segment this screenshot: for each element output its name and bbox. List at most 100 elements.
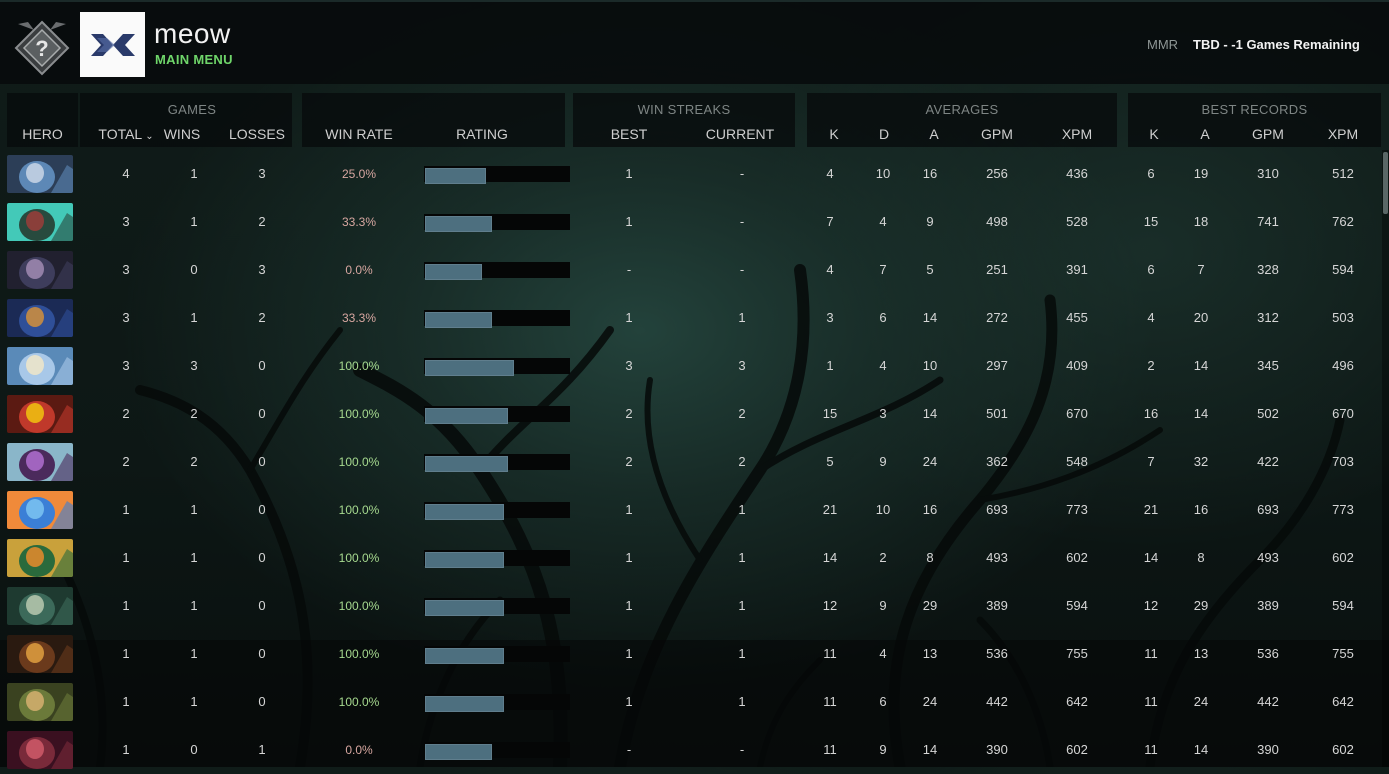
col-wins[interactable]: WINS bbox=[162, 126, 202, 142]
col-rating[interactable]: RATING bbox=[440, 126, 524, 142]
col-avg-deaths[interactable]: D bbox=[872, 126, 896, 142]
cell-wins: 2 bbox=[190, 454, 198, 469]
cell-best-gpm: 312 bbox=[1257, 310, 1279, 325]
cell-avg-deaths: 10 bbox=[875, 166, 891, 181]
cell-win-rate: 100.0% bbox=[338, 551, 380, 565]
col-losses[interactable]: LOSSES bbox=[222, 126, 292, 142]
cell-best-gpm: 442 bbox=[1257, 694, 1279, 709]
hero-portrait-art bbox=[7, 299, 73, 337]
cell-best-assists: 16 bbox=[1193, 502, 1209, 517]
col-best-gpm[interactable]: GPM bbox=[1245, 126, 1291, 142]
rating-bar-track bbox=[424, 310, 570, 328]
cell-avg-kills: 21 bbox=[822, 502, 838, 517]
col-win-rate[interactable]: WIN RATE bbox=[316, 126, 402, 142]
best-records-group-title: BEST RECORDS bbox=[1201, 102, 1308, 117]
rating-bar-track bbox=[424, 598, 570, 616]
cell-best-gpm: 693 bbox=[1257, 502, 1279, 517]
col-best-kills[interactable]: K bbox=[1142, 126, 1166, 142]
col-current-streak[interactable]: CURRENT bbox=[700, 126, 780, 142]
team-logo[interactable] bbox=[80, 12, 145, 77]
cell-best-assists: 20 bbox=[1193, 310, 1209, 325]
scrollbar-thumb[interactable] bbox=[1383, 152, 1388, 214]
table-row[interactable]: 1 1 0 100.0% 1 1 11 6 24 442 642 11 24 442 642 bbox=[0, 678, 1380, 726]
cell-best-kills: 2 bbox=[1147, 358, 1155, 373]
team-logo-mark bbox=[90, 33, 135, 56]
cell-avg-deaths: 4 bbox=[879, 358, 887, 373]
hero-portrait-art bbox=[7, 251, 73, 289]
table-row[interactable]: 2 2 0 100.0% 2 2 5 9 24 362 548 7 32 422 703 bbox=[0, 438, 1380, 486]
hero-portrait[interactable] bbox=[7, 587, 73, 625]
hero-portrait[interactable] bbox=[7, 635, 73, 673]
cell-best-assists: 32 bbox=[1193, 454, 1209, 469]
cell-best-assists: 29 bbox=[1193, 598, 1209, 613]
cell-avg-deaths: 10 bbox=[875, 502, 891, 517]
cell-best-kills: 6 bbox=[1147, 262, 1155, 277]
cell-best-xpm: 503 bbox=[1332, 310, 1354, 325]
col-avg-gpm[interactable]: GPM bbox=[974, 126, 1020, 142]
hero-portrait[interactable] bbox=[7, 539, 73, 577]
cell-losses: 0 bbox=[258, 454, 266, 469]
mmr-value: TBD - -1 Games Remaining bbox=[1193, 37, 1360, 52]
cell-best-gpm: 389 bbox=[1257, 598, 1279, 613]
cell-total: 3 bbox=[122, 262, 130, 277]
col-best-assists[interactable]: A bbox=[1193, 126, 1217, 142]
table-row[interactable]: 2 2 0 100.0% 2 2 15 3 14 501 670 16 14 502 670 bbox=[0, 390, 1380, 438]
cell-avg-deaths: 4 bbox=[879, 646, 887, 661]
col-avg-kills[interactable]: K bbox=[822, 126, 846, 142]
col-total[interactable]: TOTAL ⌄ bbox=[88, 126, 164, 142]
rating-bar-track bbox=[424, 646, 570, 664]
table-row[interactable]: 3 3 0 100.0% 3 3 1 4 10 297 409 2 14 345 496 bbox=[0, 342, 1380, 390]
cell-avg-deaths: 9 bbox=[879, 454, 887, 469]
hero-portrait[interactable] bbox=[7, 731, 73, 769]
cell-best-assists: 24 bbox=[1193, 694, 1209, 709]
main-menu-link[interactable]: MAIN MENU bbox=[155, 52, 233, 67]
table-row[interactable]: 3 1 2 33.3% 1 1 3 6 14 272 455 4 20 312 503 bbox=[0, 294, 1380, 342]
hero-portrait[interactable] bbox=[7, 683, 73, 721]
table-row[interactable]: 1 1 0 100.0% 1 1 21 10 16 693 773 21 16 693 773 bbox=[0, 486, 1380, 534]
col-hero[interactable]: HERO bbox=[7, 126, 78, 142]
cell-win-rate: 100.0% bbox=[338, 695, 380, 709]
col-best-streak[interactable]: BEST bbox=[604, 126, 654, 142]
hero-portrait-art bbox=[7, 155, 73, 193]
hero-portrait[interactable] bbox=[7, 299, 73, 337]
cell-avg-gpm: 501 bbox=[986, 406, 1008, 421]
cell-total: 1 bbox=[122, 598, 130, 613]
hero-portrait[interactable] bbox=[7, 395, 73, 433]
cell-best-streak: 1 bbox=[625, 166, 633, 181]
player-name: meow bbox=[154, 18, 231, 49]
rating-bar-track bbox=[424, 166, 570, 184]
cell-best-kills: 15 bbox=[1143, 214, 1159, 229]
table-row[interactable]: 1 1 0 100.0% 1 1 11 4 13 536 755 11 13 536 755 bbox=[0, 630, 1380, 678]
cell-win-rate: 33.3% bbox=[341, 311, 377, 325]
cell-losses: 0 bbox=[258, 406, 266, 421]
table-row[interactable]: 1 1 0 100.0% 1 1 14 2 8 493 602 14 8 493 602 bbox=[0, 534, 1380, 582]
col-avg-assists[interactable]: A bbox=[922, 126, 946, 142]
hero-portrait[interactable] bbox=[7, 491, 73, 529]
hero-portrait[interactable] bbox=[7, 443, 73, 481]
cell-best-streak: 2 bbox=[625, 406, 633, 421]
cell-avg-kills: 7 bbox=[826, 214, 834, 229]
table-row[interactable]: 4 1 3 25.0% 1 - 4 10 16 256 436 6 19 310 512 bbox=[0, 150, 1380, 198]
cell-avg-gpm: 251 bbox=[986, 262, 1008, 277]
cell-best-kills: 6 bbox=[1147, 166, 1155, 181]
cell-best-kills: 21 bbox=[1143, 502, 1159, 517]
hero-portrait[interactable] bbox=[7, 155, 73, 193]
table-row[interactable]: 3 0 3 0.0% - - 4 7 5 251 391 6 7 328 594 bbox=[0, 246, 1380, 294]
cell-best-assists: 14 bbox=[1193, 358, 1209, 373]
cell-best-xpm: 642 bbox=[1332, 694, 1354, 709]
hero-portrait[interactable] bbox=[7, 347, 73, 385]
hero-portrait[interactable] bbox=[7, 251, 73, 289]
cell-best-streak: - bbox=[626, 262, 632, 277]
cell-best-gpm: 502 bbox=[1257, 406, 1279, 421]
cell-avg-xpm: 670 bbox=[1066, 406, 1088, 421]
scrollbar[interactable] bbox=[1382, 150, 1389, 767]
cell-avg-xpm: 391 bbox=[1066, 262, 1088, 277]
cell-best-gpm: 310 bbox=[1257, 166, 1279, 181]
col-avg-xpm[interactable]: XPM bbox=[1054, 126, 1100, 142]
table-row[interactable]: 1 1 0 100.0% 1 1 12 9 29 389 594 12 29 389 594 bbox=[0, 582, 1380, 630]
rating-bar-track bbox=[424, 262, 570, 280]
table-row[interactable]: 3 1 2 33.3% 1 - 7 4 9 498 528 15 18 741 762 bbox=[0, 198, 1380, 246]
hero-portrait[interactable] bbox=[7, 203, 73, 241]
col-best-xpm[interactable]: XPM bbox=[1320, 126, 1366, 142]
svg-text:?: ? bbox=[35, 36, 48, 61]
